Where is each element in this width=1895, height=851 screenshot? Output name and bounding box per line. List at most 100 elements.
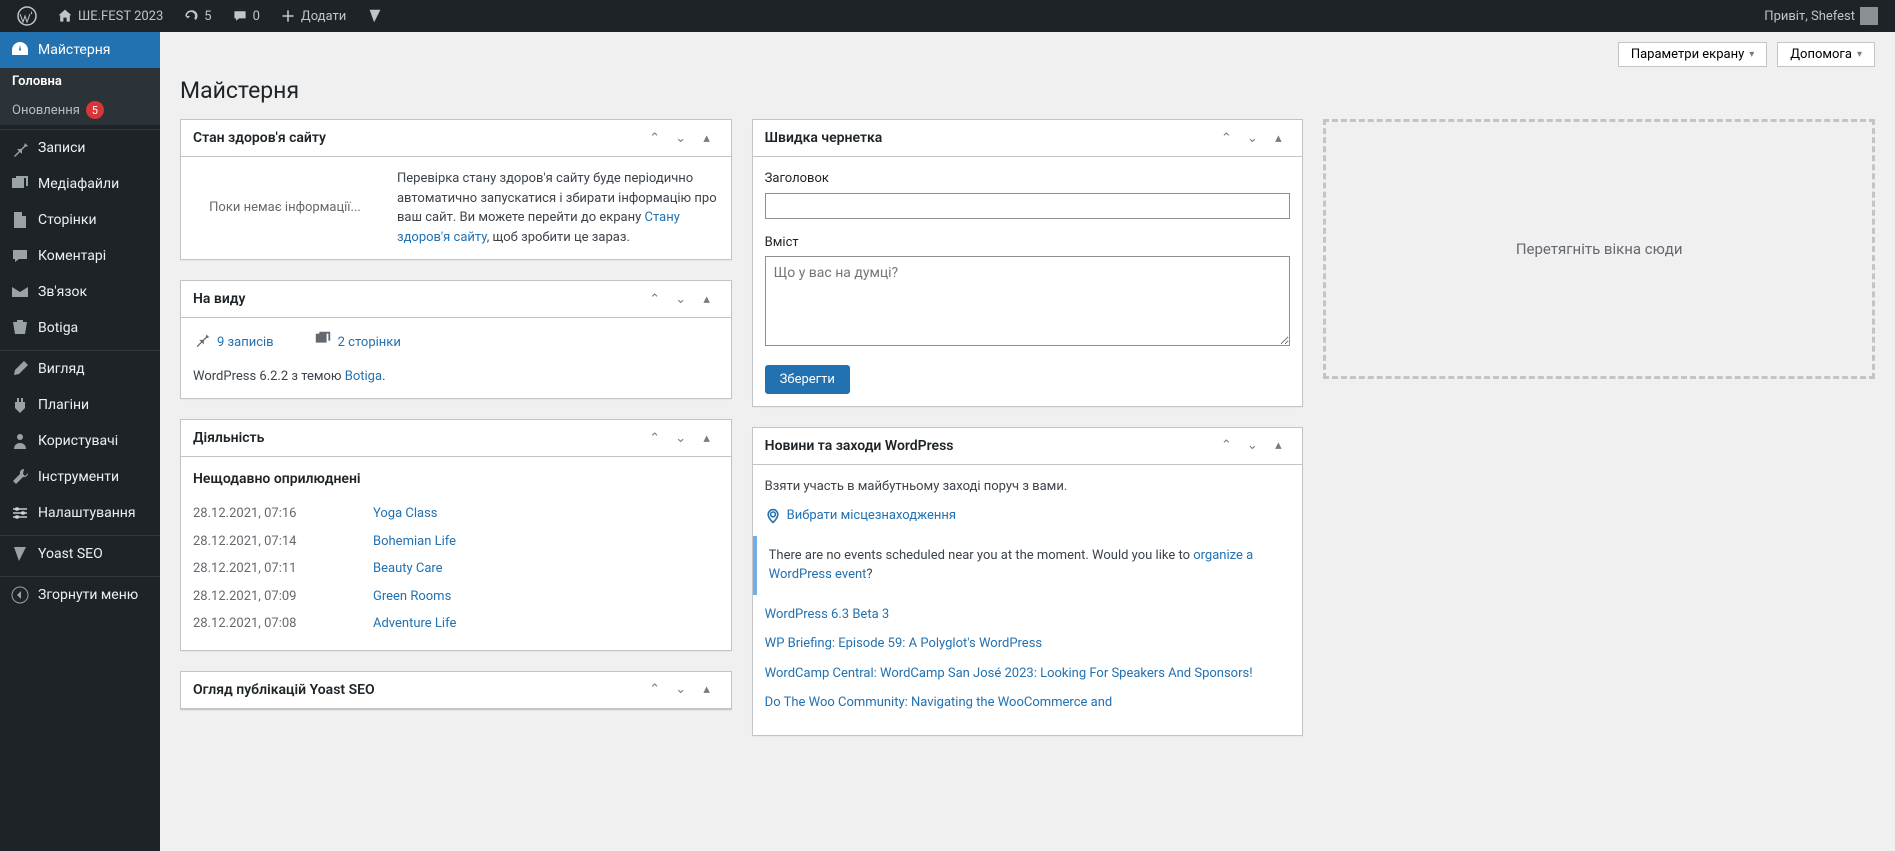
menu-collapse[interactable]: Згорнути меню xyxy=(0,577,160,613)
new-content-link[interactable]: Додати xyxy=(273,8,353,24)
activity-title: Діяльність xyxy=(193,420,264,456)
submenu-updates[interactable]: Оновлення 5 xyxy=(0,95,160,125)
news-link[interactable]: WordCamp Central: WordCamp San José 2023… xyxy=(765,664,1291,684)
menu-tools[interactable]: Інструменти xyxy=(0,459,160,495)
draft-title-input[interactable] xyxy=(765,193,1291,219)
menu-dashboard[interactable]: Майстерня xyxy=(0,32,160,68)
move-down-icon[interactable]: ⌄ xyxy=(669,678,693,702)
page-title: Майстерня xyxy=(180,77,1875,104)
quick-draft-box: Швидка чернетка ⌃ ⌄ ▴ Заголовок Вміст Зб… xyxy=(752,119,1304,407)
toggle-icon[interactable]: ▴ xyxy=(1266,434,1290,458)
glance-posts[interactable]: 9 записів xyxy=(193,330,274,355)
news-intro: Взяти участь в майбутньому заході поруч … xyxy=(765,477,1291,497)
activity-post-link[interactable]: Beauty Care xyxy=(373,559,443,579)
help-button[interactable]: Допомога xyxy=(1777,42,1875,67)
draft-content-textarea[interactable] xyxy=(765,256,1291,346)
toggle-icon[interactable]: ▴ xyxy=(1266,126,1290,150)
pin-icon xyxy=(10,138,30,158)
wrench-icon xyxy=(10,467,30,487)
menu-settings[interactable]: Налаштування xyxy=(0,495,160,531)
move-up-icon[interactable]: ⌃ xyxy=(643,126,667,150)
menu-plugins-label: Плагіни xyxy=(38,397,89,413)
empty-drop-zone[interactable]: Перетягніть вікна сюди xyxy=(1323,119,1875,379)
menu-yoast[interactable]: Yoast SEO xyxy=(0,536,160,572)
health-no-info: Поки немає інформації... xyxy=(193,169,377,247)
news-title: Новини та заходи WordPress xyxy=(765,428,954,464)
botiga-icon xyxy=(10,318,30,338)
health-description: Перевірка стану здоров'я сайту буде пері… xyxy=(397,169,719,247)
admin-sidebar: Майстерня Головна Оновлення 5 Записи Мед… xyxy=(0,32,160,851)
plus-icon xyxy=(280,8,296,24)
menu-users-label: Користувачі xyxy=(38,433,118,449)
menu-users[interactable]: Користувачі xyxy=(0,423,160,459)
refresh-icon xyxy=(183,8,199,24)
menu-comments[interactable]: Коментарі xyxy=(0,238,160,274)
user-greeting[interactable]: Привіт, Shefest xyxy=(1757,7,1885,25)
move-down-icon[interactable]: ⌄ xyxy=(669,287,693,311)
menu-botiga-label: Botiga xyxy=(38,320,78,336)
collapse-icon xyxy=(10,585,30,605)
move-up-icon[interactable]: ⌃ xyxy=(643,678,667,702)
menu-settings-label: Налаштування xyxy=(38,505,136,521)
move-up-icon[interactable]: ⌃ xyxy=(643,287,667,311)
menu-plugins[interactable]: Плагіни xyxy=(0,387,160,423)
location-link[interactable]: Вибрати місцезнаходження xyxy=(765,506,1291,526)
updates-link[interactable]: 5 xyxy=(176,8,218,24)
menu-collapse-label: Згорнути меню xyxy=(38,587,138,603)
toggle-icon[interactable]: ▴ xyxy=(695,287,719,311)
move-down-icon[interactable]: ⌄ xyxy=(669,126,693,150)
mail-icon xyxy=(10,282,30,302)
move-down-icon[interactable]: ⌄ xyxy=(1240,434,1264,458)
menu-dashboard-label: Майстерня xyxy=(38,42,110,58)
avatar xyxy=(1860,7,1878,25)
updates-badge: 5 xyxy=(86,101,104,119)
menu-contact-label: Зв'язок xyxy=(38,284,87,300)
activity-post-link[interactable]: Bohemian Life xyxy=(373,532,456,552)
comments-count: 0 xyxy=(253,9,260,24)
yoast-bar-item[interactable] xyxy=(359,7,391,25)
toggle-icon[interactable]: ▴ xyxy=(695,426,719,450)
activity-row: 28.12.2021, 07:09Green Rooms xyxy=(193,583,719,611)
activity-row: 28.12.2021, 07:16Yoga Class xyxy=(193,500,719,528)
yoast-overview-box: Огляд публікацій Yoast SEO ⌃ ⌄ ▴ xyxy=(180,671,732,710)
move-up-icon[interactable]: ⌃ xyxy=(1214,126,1238,150)
at-a-glance-box: На виду ⌃ ⌄ ▴ 9 записів xyxy=(180,280,732,399)
toggle-icon[interactable]: ▴ xyxy=(695,678,719,702)
move-down-icon[interactable]: ⌄ xyxy=(669,426,693,450)
activity-row: 28.12.2021, 07:08Adventure Life xyxy=(193,610,719,638)
glance-title: На виду xyxy=(193,281,246,317)
move-up-icon[interactable]: ⌃ xyxy=(643,426,667,450)
menu-media[interactable]: Медіафайли xyxy=(0,166,160,202)
comments-link[interactable]: 0 xyxy=(225,8,267,24)
activity-recent-heading: Нещодавно оприлюднені xyxy=(193,469,719,490)
comment-menu-icon xyxy=(10,246,30,266)
screen-options-button[interactable]: Параметри екрану xyxy=(1618,42,1767,67)
submenu-home[interactable]: Головна xyxy=(0,68,160,95)
wp-logo[interactable] xyxy=(10,6,44,26)
activity-post-link[interactable]: Adventure Life xyxy=(373,614,456,634)
toggle-icon[interactable]: ▴ xyxy=(695,126,719,150)
news-link[interactable]: WordPress 6.3 Beta 3 xyxy=(765,605,1291,625)
menu-contact[interactable]: Зв'язок xyxy=(0,274,160,310)
plugin-icon xyxy=(10,395,30,415)
comment-icon xyxy=(232,8,248,24)
glance-pages[interactable]: 2 сторінки xyxy=(314,330,401,355)
move-down-icon[interactable]: ⌄ xyxy=(1240,126,1264,150)
menu-appearance-label: Вигляд xyxy=(38,361,85,377)
menu-pages[interactable]: Сторінки xyxy=(0,202,160,238)
news-link[interactable]: WP Briefing: Episode 59: A Polyglot's Wo… xyxy=(765,634,1291,654)
theme-link[interactable]: Botiga xyxy=(345,369,382,384)
site-name[interactable]: ШЕ.FEST 2023 xyxy=(50,8,170,24)
menu-appearance[interactable]: Вигляд xyxy=(0,351,160,387)
menu-botiga[interactable]: Botiga xyxy=(0,310,160,346)
activity-date: 28.12.2021, 07:11 xyxy=(193,559,343,579)
move-up-icon[interactable]: ⌃ xyxy=(1214,434,1238,458)
menu-posts[interactable]: Записи xyxy=(0,130,160,166)
news-link[interactable]: Do The Woo Community: Navigating the Woo… xyxy=(765,693,1291,713)
activity-post-link[interactable]: Yoga Class xyxy=(373,504,438,524)
draft-title-label: Заголовок xyxy=(765,169,1291,189)
save-draft-button[interactable]: Зберегти xyxy=(765,365,850,394)
media-icon xyxy=(10,174,30,194)
activity-post-link[interactable]: Green Rooms xyxy=(373,587,451,607)
menu-media-label: Медіафайли xyxy=(38,176,119,192)
